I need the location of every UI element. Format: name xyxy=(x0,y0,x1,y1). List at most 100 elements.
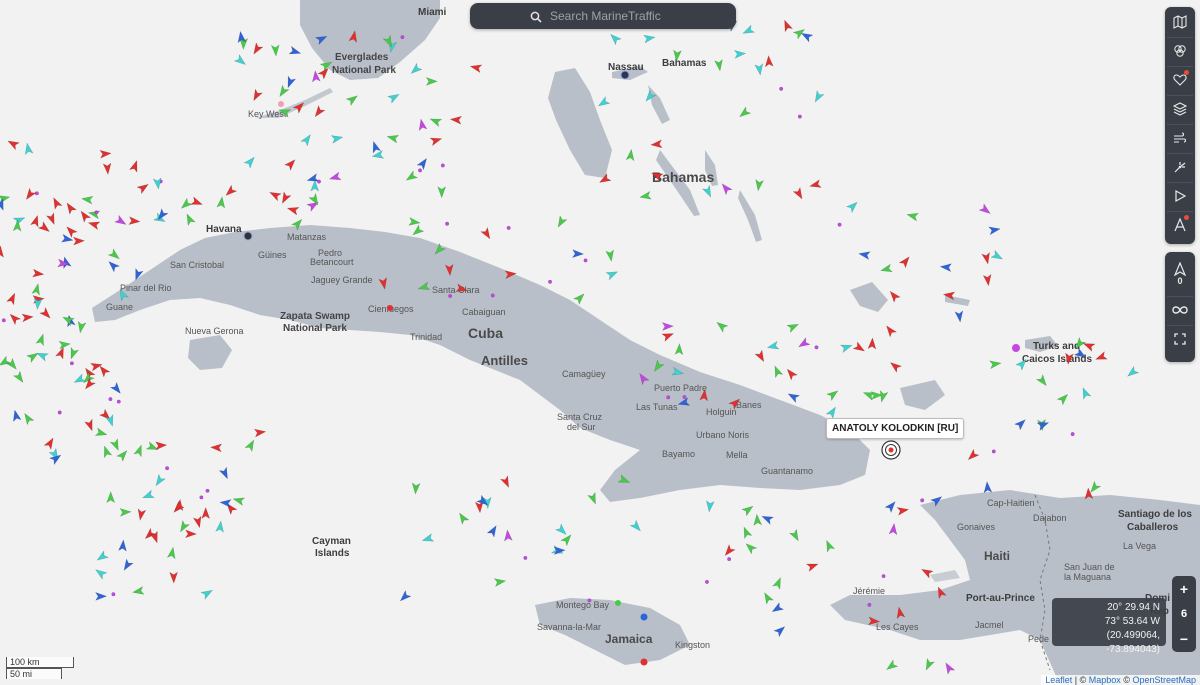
port-kingston-red xyxy=(640,658,648,666)
vessel-marker[interactable] xyxy=(548,279,553,284)
label-everglades-park: National Park xyxy=(332,65,396,76)
vessel-marker[interactable] xyxy=(797,114,802,119)
vessel-marker[interactable] xyxy=(165,466,170,471)
track-icon[interactable] xyxy=(1167,211,1193,238)
label-cap-haitien: Cap-Haitien xyxy=(987,498,1035,508)
port-montego xyxy=(615,600,621,606)
label-cayman-islands: Islands xyxy=(315,548,350,559)
vessel-marker[interactable] xyxy=(814,345,819,350)
label-pedernales: Pede xyxy=(1028,634,1049,644)
vessel-marker[interactable] xyxy=(108,397,113,402)
port-nassau xyxy=(620,70,630,80)
label-jamaica: Jamaica xyxy=(605,632,653,646)
vessel-marker[interactable] xyxy=(448,294,453,299)
coordinate-readout: 20° 29.94 N 73° 53.64 W (20.499064, -73.… xyxy=(1052,598,1166,655)
coord-lon: 73° 53.64 W xyxy=(1104,616,1160,627)
vessel-marker[interactable] xyxy=(199,495,204,500)
label-san-cristobal: San Cristobal xyxy=(170,260,224,270)
port-havana xyxy=(243,231,253,241)
leaflet-link[interactable]: Leaflet xyxy=(1045,675,1072,685)
measure-icon[interactable] xyxy=(1167,153,1193,180)
infinity-icon[interactable] xyxy=(1167,296,1193,323)
search-input[interactable] xyxy=(548,8,732,24)
label-haiti: Haiti xyxy=(984,549,1010,563)
attrib-sep-1: | © xyxy=(1072,675,1089,685)
label-miami: Miami xyxy=(418,7,447,18)
play-icon[interactable] xyxy=(1167,182,1193,209)
label-gonaives: Gonaives xyxy=(957,522,996,532)
label-caballeros: Caballeros xyxy=(1127,522,1179,533)
vessel-marker[interactable] xyxy=(666,395,671,400)
label-port-au-prince: Port-au-Prince xyxy=(966,593,1035,604)
vessel-marker[interactable] xyxy=(490,293,495,298)
label-kingston: Kingston xyxy=(675,640,710,650)
label-cuba: Cuba xyxy=(468,325,503,341)
vessel-marker[interactable] xyxy=(116,399,121,404)
vessel-marker[interactable] xyxy=(57,410,62,415)
vessel-marker[interactable] xyxy=(1,318,6,323)
vessel-marker[interactable] xyxy=(111,592,116,597)
track-badge xyxy=(1184,215,1189,220)
mapbox-link[interactable]: Mapbox xyxy=(1089,675,1121,685)
zoom-control: + 6 − xyxy=(1172,576,1196,652)
zoom-in-button[interactable]: + xyxy=(1180,581,1188,597)
label-la-vega: La Vega xyxy=(1123,541,1156,551)
label-mella: Mella xyxy=(726,450,748,460)
selected-vessel-target[interactable] xyxy=(881,440,901,460)
north-counter: 0 xyxy=(1177,276,1183,286)
vessel-marker[interactable] xyxy=(94,210,99,215)
vessel-marker[interactable] xyxy=(682,394,687,400)
vessel-marker[interactable] xyxy=(587,598,592,603)
coord-decimal: (20.499064, -73.894043) xyxy=(1106,630,1160,655)
vessel-marker[interactable] xyxy=(881,574,886,579)
label-san-juan: San Juan de xyxy=(1064,562,1115,572)
label-les-cayes: Les Cayes xyxy=(876,622,919,632)
vessel-marker[interactable] xyxy=(779,86,784,91)
attrib-sep-2: © xyxy=(1120,675,1133,685)
map-toolbar-secondary: 0 xyxy=(1165,252,1195,362)
port-cienfuegos xyxy=(387,305,393,311)
vessel-marker[interactable] xyxy=(316,179,321,184)
zoom-level: 6 xyxy=(1180,607,1188,620)
search-icon xyxy=(530,10,542,23)
favorite-icon[interactable] xyxy=(1167,66,1193,93)
vessel-marker[interactable] xyxy=(418,168,423,173)
label-savanna: Savanna-la-Mar xyxy=(537,622,601,632)
vessel-marker[interactable] xyxy=(704,579,709,584)
vessel-marker[interactable] xyxy=(506,225,511,230)
label-havana: Havana xyxy=(206,224,242,235)
vessel-marker[interactable] xyxy=(523,555,528,560)
map-icon[interactable] xyxy=(1167,9,1193,35)
vessel-marker[interactable] xyxy=(727,557,732,562)
vessel-marker[interactable] xyxy=(920,498,925,503)
label-everglades: Everglades xyxy=(335,52,389,63)
weather-icon[interactable] xyxy=(1167,124,1193,151)
vessel-marker[interactable] xyxy=(205,488,210,493)
map-attribution: Leaflet | © Mapbox © OpenStreetMap xyxy=(1041,675,1200,685)
vessel-marker[interactable] xyxy=(1070,432,1075,437)
label-jacmel: Jacmel xyxy=(975,620,1004,630)
search-bar[interactable] xyxy=(470,3,736,29)
vessel-marker[interactable] xyxy=(400,35,405,40)
vessel-marker[interactable] xyxy=(445,221,450,226)
vessel-marker[interactable] xyxy=(991,449,996,454)
north-arrow-button[interactable]: 0 xyxy=(1167,254,1193,294)
osm-link[interactable]: OpenStreetMap xyxy=(1132,675,1196,685)
label-nueva-gerona: Nueva Gerona xyxy=(185,326,244,336)
layers-icon[interactable] xyxy=(1167,95,1193,122)
label-las-tunas: Las Tunas xyxy=(636,402,678,412)
vessel-marker[interactable] xyxy=(69,361,74,366)
label-bayamo: Bayamo xyxy=(662,449,695,459)
zoom-out-button[interactable]: − xyxy=(1180,631,1188,647)
vessel-marker[interactable] xyxy=(837,222,842,227)
vessel-marker[interactable] xyxy=(867,602,872,607)
label-banes: Banes xyxy=(736,400,762,410)
map-canvas[interactable]: Miami Everglades National Park Key West … xyxy=(0,0,1200,685)
favorite-badge xyxy=(1184,70,1189,75)
vessel-marker[interactable] xyxy=(440,163,445,168)
label-zapata-park: National Park xyxy=(283,323,347,334)
label-cabaiguan: Cabaiguan xyxy=(462,307,506,317)
fullscreen-icon[interactable] xyxy=(1167,325,1193,352)
vessel-marker[interactable] xyxy=(583,258,588,263)
filter-icon[interactable] xyxy=(1167,37,1193,64)
